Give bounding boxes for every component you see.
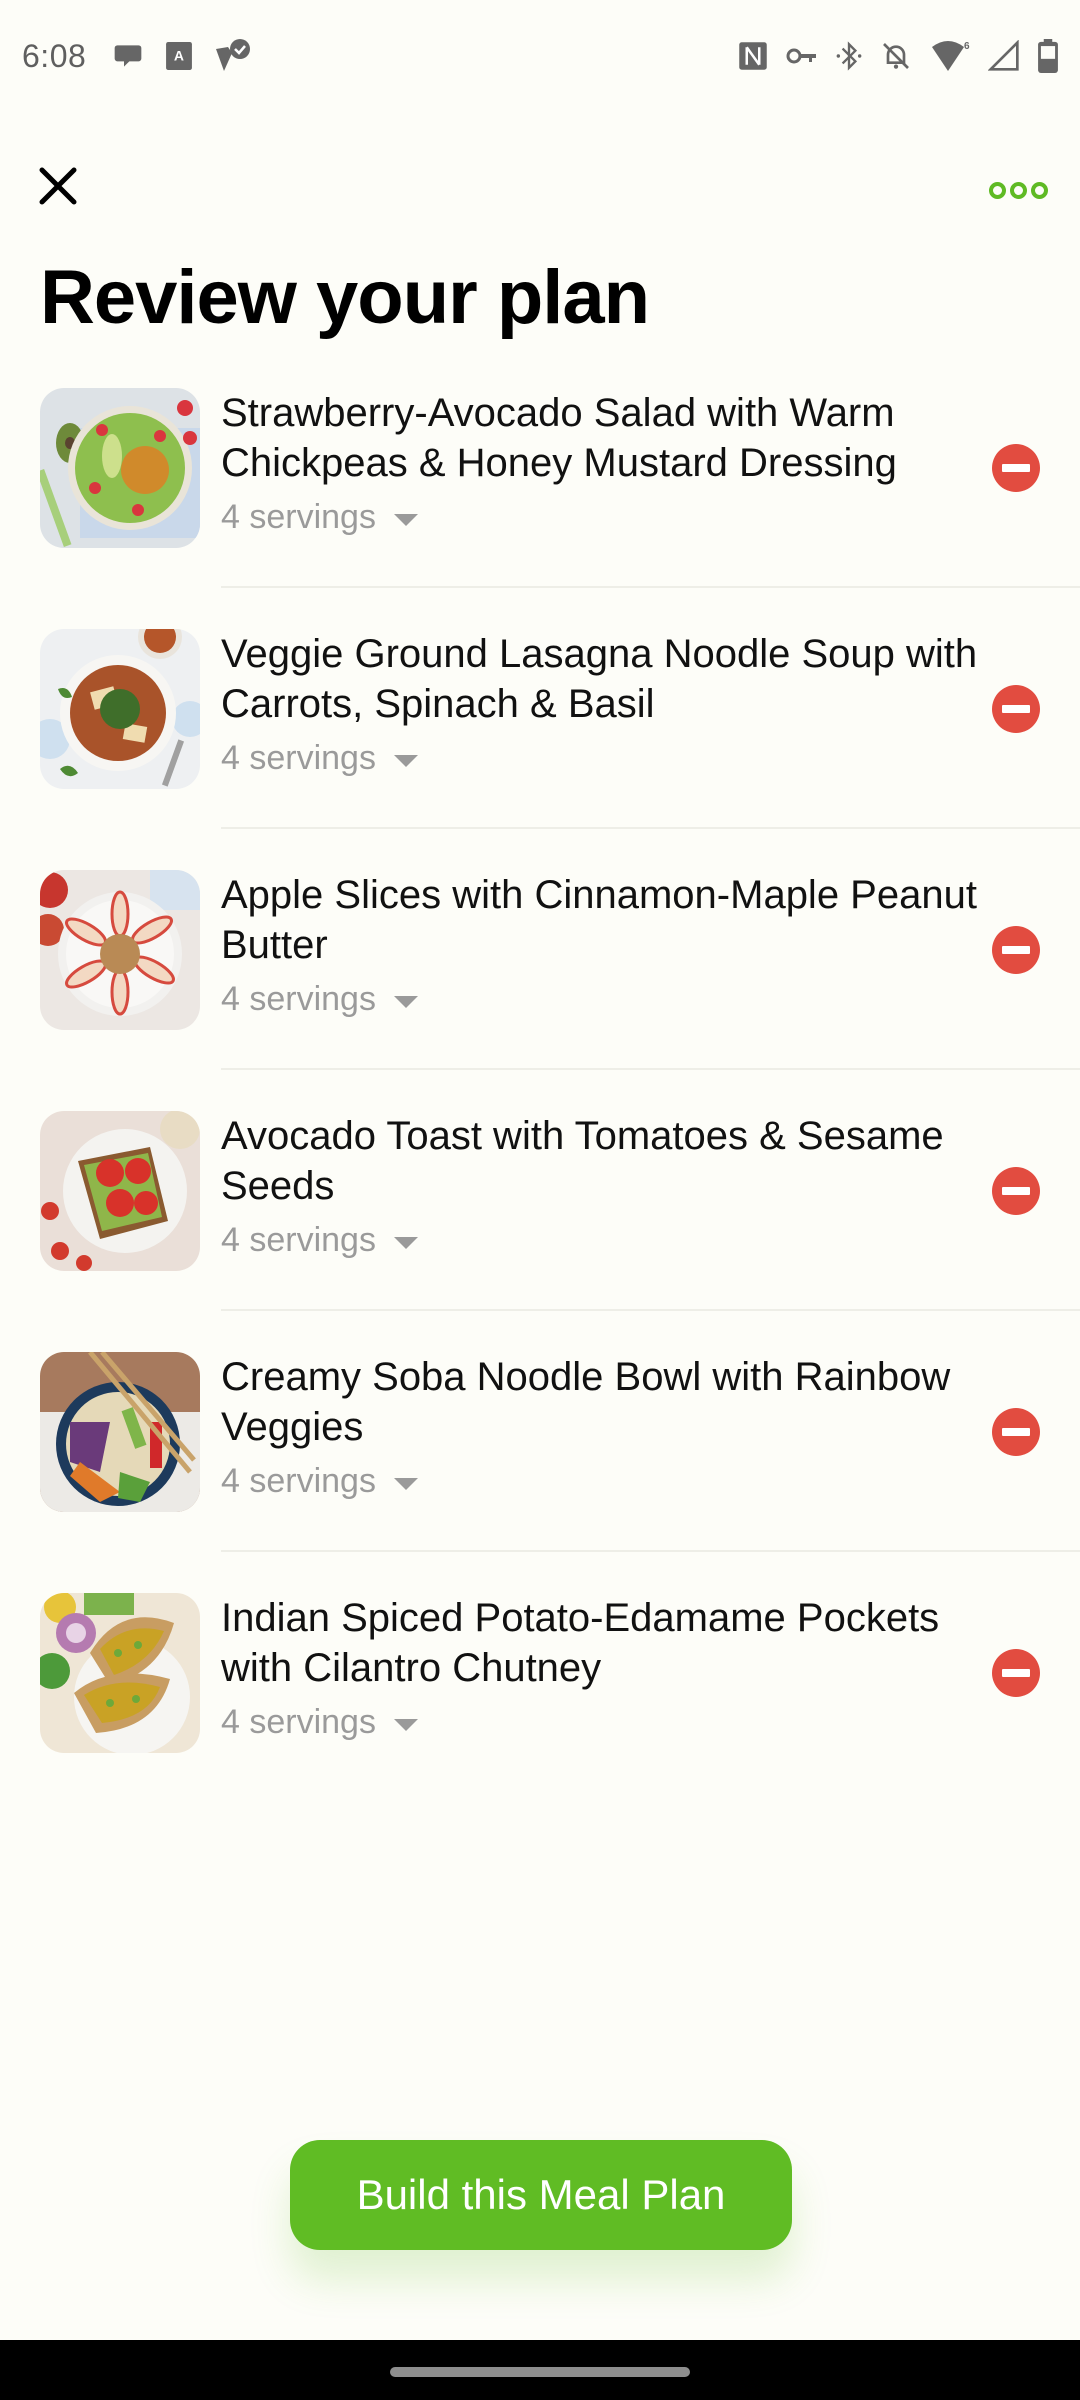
toast-plate-image bbox=[40, 1111, 200, 1271]
servings-value: 4 servings bbox=[221, 1221, 376, 1259]
soup-bowl-image bbox=[40, 629, 200, 789]
recipe-thumbnail[interactable] bbox=[40, 388, 200, 548]
servings-dropdown[interactable]: 4 servings bbox=[221, 1703, 418, 1742]
divider bbox=[221, 827, 1080, 829]
recipe-item[interactable]: Veggie Ground Lasagna Noodle Soup with C… bbox=[0, 625, 1080, 866]
more-options-button[interactable] bbox=[986, 170, 1050, 210]
more-options-icon bbox=[1009, 181, 1027, 199]
caret-down-icon bbox=[393, 1718, 418, 1731]
soba-bowl-image bbox=[40, 1352, 200, 1512]
recipe-title[interactable]: Strawberry-Avocado Salad with Warm Chick… bbox=[221, 388, 981, 488]
svg-text:A: A bbox=[174, 47, 184, 63]
caret-down-icon bbox=[393, 754, 418, 767]
build-meal-plan-button[interactable]: Build this Meal Plan bbox=[290, 2140, 792, 2250]
caret-down-icon bbox=[393, 1477, 418, 1490]
more-options-icon bbox=[1030, 181, 1048, 199]
verified-check-icon bbox=[214, 37, 252, 75]
servings-value: 4 servings bbox=[221, 739, 376, 777]
recipe-item[interactable]: Apple Slices with Cinnamon-Maple Peanut … bbox=[0, 866, 1080, 1107]
divider bbox=[221, 1550, 1080, 1552]
recipe-item[interactable]: Avocado Toast with Tomatoes & Sesame See… bbox=[0, 1107, 1080, 1348]
servings-dropdown[interactable]: 4 servings bbox=[221, 739, 418, 778]
divider bbox=[221, 586, 1080, 588]
minus-icon bbox=[1002, 946, 1030, 954]
wifi-6-icon: 6 bbox=[930, 39, 970, 73]
recipe-title[interactable]: Apple Slices with Cinnamon-Maple Peanut … bbox=[221, 870, 981, 970]
recipe-title[interactable]: Avocado Toast with Tomatoes & Sesame See… bbox=[221, 1111, 981, 1211]
servings-value: 4 servings bbox=[221, 498, 376, 536]
navigation-bar bbox=[0, 2340, 1080, 2400]
servings-value: 4 servings bbox=[221, 980, 376, 1018]
recipe-item[interactable]: Creamy Soba Noodle Bowl with Rainbow Veg… bbox=[0, 1348, 1080, 1589]
servings-dropdown[interactable]: 4 servings bbox=[221, 980, 418, 1019]
remove-recipe-button[interactable] bbox=[992, 1167, 1040, 1215]
status-left: 6:08 A bbox=[22, 37, 274, 75]
cell-signal-icon bbox=[988, 40, 1020, 72]
remove-recipe-button[interactable] bbox=[992, 926, 1040, 974]
close-button[interactable] bbox=[30, 158, 86, 214]
remove-recipe-button[interactable] bbox=[992, 685, 1040, 733]
nfc-icon bbox=[738, 41, 768, 71]
minus-icon bbox=[1002, 1187, 1030, 1195]
recipe-thumbnail[interactable] bbox=[40, 870, 200, 1030]
remove-recipe-button[interactable] bbox=[992, 444, 1040, 492]
recipe-list: Strawberry-Avocado Salad with Warm Chick… bbox=[0, 384, 1080, 1830]
servings-value: 4 servings bbox=[221, 1703, 376, 1741]
notifications-off-icon bbox=[880, 40, 912, 72]
close-icon bbox=[39, 167, 77, 205]
minus-icon bbox=[1002, 705, 1030, 713]
accessibility-text-icon: A bbox=[166, 42, 193, 70]
recipe-title[interactable]: Veggie Ground Lasagna Noodle Soup with C… bbox=[221, 629, 981, 729]
servings-value: 4 servings bbox=[221, 1462, 376, 1500]
remove-recipe-button[interactable] bbox=[992, 1408, 1040, 1456]
caret-down-icon bbox=[393, 1236, 418, 1249]
minus-icon bbox=[1002, 1669, 1030, 1677]
vpn-key-icon bbox=[786, 45, 818, 67]
recipe-thumbnail[interactable] bbox=[40, 1593, 200, 1753]
servings-dropdown[interactable]: 4 servings bbox=[221, 1462, 418, 1501]
divider bbox=[221, 1068, 1080, 1070]
bluetooth-icon bbox=[836, 40, 862, 72]
page-title: Review your plan bbox=[40, 255, 650, 340]
chat-bubble-icon bbox=[112, 40, 144, 72]
servings-dropdown[interactable]: 4 servings bbox=[221, 498, 418, 537]
divider bbox=[221, 1309, 1080, 1311]
caret-down-icon bbox=[393, 513, 418, 526]
home-gesture-handle[interactable] bbox=[390, 2367, 690, 2377]
recipe-item[interactable]: Strawberry-Avocado Salad with Warm Chick… bbox=[0, 384, 1080, 625]
battery-icon bbox=[1038, 39, 1058, 73]
minus-icon bbox=[1002, 1428, 1030, 1436]
apple-plate-image bbox=[40, 870, 200, 1030]
pita-pockets-image bbox=[40, 1593, 200, 1753]
remove-recipe-button[interactable] bbox=[992, 1649, 1040, 1697]
recipe-title[interactable]: Creamy Soba Noodle Bowl with Rainbow Veg… bbox=[221, 1352, 981, 1452]
more-options-icon bbox=[988, 181, 1006, 199]
caret-down-icon bbox=[393, 995, 418, 1008]
recipe-title[interactable]: Indian Spiced Potato-Edamame Pockets wit… bbox=[221, 1593, 981, 1693]
servings-dropdown[interactable]: 4 servings bbox=[221, 1221, 418, 1260]
minus-icon bbox=[1002, 464, 1030, 472]
recipe-thumbnail[interactable] bbox=[40, 1352, 200, 1512]
svg-text:6: 6 bbox=[964, 41, 970, 52]
recipe-thumbnail[interactable] bbox=[40, 629, 200, 789]
recipe-item[interactable]: Indian Spiced Potato-Edamame Pockets wit… bbox=[0, 1589, 1080, 1830]
recipe-thumbnail[interactable] bbox=[40, 1111, 200, 1271]
status-right: 6 bbox=[720, 39, 1058, 73]
status-bar: 6:08 A 6 bbox=[0, 0, 1080, 112]
status-time: 6:08 bbox=[22, 37, 87, 74]
salad-bowl-image bbox=[40, 388, 200, 548]
